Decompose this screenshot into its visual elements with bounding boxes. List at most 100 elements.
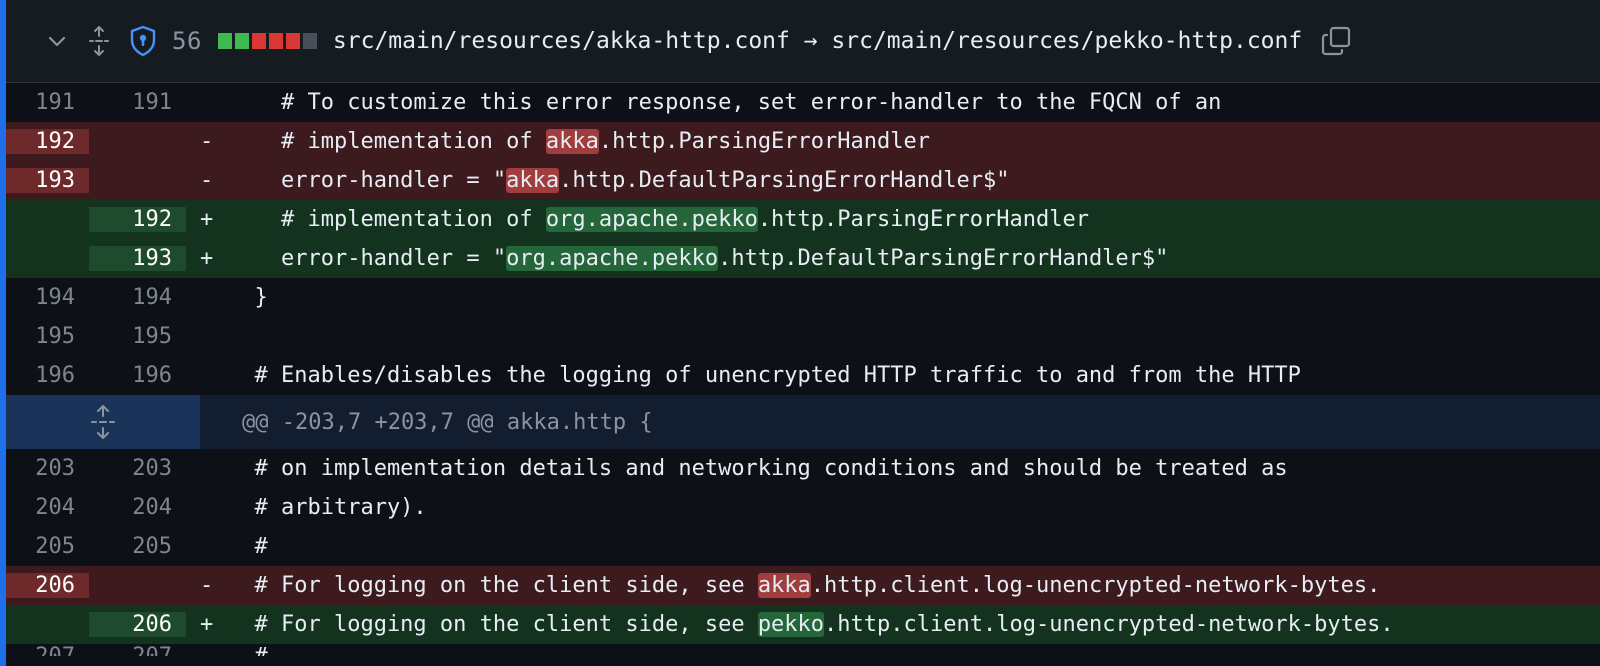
old-line-number[interactable]: 192	[6, 129, 89, 154]
expand-all-icon[interactable]	[86, 24, 112, 58]
context-line: 195 195	[6, 317, 1600, 356]
code-text: # To customize this error response, set …	[228, 90, 1600, 115]
old-line-number[interactable]: 206	[6, 573, 89, 598]
context-line: 203 203 # on implementation details and n…	[6, 449, 1600, 488]
change-count: 56	[172, 27, 202, 55]
new-line-number[interactable]: 196	[89, 363, 186, 388]
code-segment: # For logging on the client side, see	[228, 573, 758, 598]
added-line: 192 + # implementation of org.apache.pekk…	[6, 200, 1600, 239]
expand-icon[interactable]	[6, 395, 200, 449]
code-segment: # To customize this error response, set …	[228, 90, 1222, 115]
chevron-down-icon[interactable]	[44, 28, 70, 54]
context-line: 196 196 # Enables/disables the logging of…	[6, 356, 1600, 395]
added-line: 193 + error-handler = "org.apache.pekko.h…	[6, 239, 1600, 278]
new-line-number[interactable]: 194	[89, 285, 186, 310]
context-line: 194 194 }	[6, 278, 1600, 317]
old-line-number[interactable]: 193	[6, 168, 89, 193]
diff-marker: -	[200, 573, 214, 598]
code-segment: .http.DefaultParsingErrorHandler$"	[718, 246, 1169, 271]
diffstat-block	[285, 33, 300, 49]
code-segment: #	[228, 644, 267, 656]
new-line-number[interactable]: 203	[89, 456, 186, 481]
code-text: # For logging on the client side, see pe…	[228, 612, 1600, 637]
new-line-number[interactable]: 205	[89, 534, 186, 559]
code-text: # For logging on the client side, see ak…	[228, 573, 1600, 598]
changed-word-highlight: akka	[506, 168, 560, 193]
code-text: # implementation of akka.http.ParsingErr…	[228, 129, 1600, 154]
code-segment: .http.ParsingErrorHandler	[598, 129, 931, 154]
hunk-header: @@ -203,7 +203,7 @@ akka.http {	[6, 395, 1600, 449]
diffstat-block	[302, 33, 317, 49]
diffstat-block	[268, 33, 283, 49]
code-segment: .http.client.log-unencrypted-network-byt…	[824, 612, 1394, 637]
code-text: #	[228, 644, 1600, 656]
file-path[interactable]: src/main/resources/akka-http.conf → src/…	[333, 28, 1302, 54]
diffstat-block	[217, 33, 232, 49]
diff-marker: +	[200, 612, 214, 637]
code-segment: # implementation of	[228, 129, 546, 154]
old-line-number[interactable]: 204	[6, 495, 89, 520]
old-line-number[interactable]: 205	[6, 534, 89, 559]
diff-lines: 191 191 # To customize this error respons…	[6, 83, 1600, 395]
context-line: 207207 #	[6, 644, 1600, 656]
file-header: 56 src/main/resources/akka-http.conf → s…	[6, 0, 1600, 83]
code-segment: # arbitrary).	[228, 495, 427, 520]
changed-word-highlight: org.apache.pekko	[545, 207, 758, 232]
code-segment: }	[228, 285, 268, 310]
diffstat	[217, 33, 317, 49]
new-line-number[interactable]: 192	[89, 207, 186, 232]
changed-word-highlight: org.apache.pekko	[506, 246, 719, 271]
code-segment: # Enables/disables the logging of unencr…	[228, 363, 1301, 388]
new-line-number[interactable]: 191	[89, 90, 186, 115]
diff-marker: +	[200, 246, 214, 271]
diff-marker: -	[200, 168, 214, 193]
diff-marker: +	[200, 207, 214, 232]
new-line-number[interactable]: 193	[89, 246, 186, 271]
code-segment: .http.ParsingErrorHandler	[757, 207, 1089, 232]
context-line: 205 205 #	[6, 527, 1600, 566]
new-line-number[interactable]: 207	[89, 644, 186, 656]
code-segment: error-handler = "	[228, 168, 507, 193]
code-segment: # on implementation details and networki…	[228, 456, 1288, 481]
shield-icon[interactable]	[128, 24, 158, 58]
code-segment: .http.client.log-unencrypted-network-byt…	[810, 573, 1381, 598]
old-line-number[interactable]: 196	[6, 363, 89, 388]
new-line-number[interactable]: 204	[89, 495, 186, 520]
old-line-number[interactable]: 194	[6, 285, 89, 310]
copy-icon[interactable]	[1320, 25, 1352, 57]
diff-file: 56 src/main/resources/akka-http.conf → s…	[0, 0, 1600, 666]
changed-word-highlight: akka	[757, 573, 811, 598]
code-text: error-handler = "akka.http.DefaultParsin…	[228, 168, 1600, 193]
code-text: # Enables/disables the logging of unencr…	[228, 363, 1600, 388]
code-text: # implementation of org.apache.pekko.htt…	[228, 207, 1600, 232]
diffstat-block	[234, 33, 249, 49]
context-line: 204 204 # arbitrary).	[6, 488, 1600, 527]
code-text: # on implementation details and networki…	[228, 456, 1600, 481]
changed-word-highlight: pekko	[757, 612, 825, 637]
new-line-number[interactable]: 195	[89, 324, 186, 349]
deleted-line: 193 - error-handler = "akka.http.DefaultP…	[6, 161, 1600, 200]
context-line: 191 191 # To customize this error respons…	[6, 83, 1600, 122]
diff-marker: -	[200, 129, 214, 154]
deleted-line: 192 - # implementation of akka.http.Parsi…	[6, 122, 1600, 161]
changed-word-highlight: akka	[545, 129, 599, 154]
code-segment: # implementation of	[228, 207, 546, 232]
hunk-text: @@ -203,7 +203,7 @@ akka.http {	[242, 409, 653, 435]
diffstat-block	[251, 33, 266, 49]
code-text: # arbitrary).	[228, 495, 1600, 520]
code-segment: .http.DefaultParsingErrorHandler$"	[559, 168, 1010, 193]
added-line: 206 + # For logging on the client side, s…	[6, 605, 1600, 644]
code-text: }	[228, 285, 1600, 310]
code-text: #	[228, 534, 1600, 559]
code-segment: #	[228, 534, 268, 559]
code-text: error-handler = "org.apache.pekko.http.D…	[228, 246, 1600, 271]
old-line-number[interactable]: 207	[6, 644, 89, 656]
old-line-number[interactable]: 203	[6, 456, 89, 481]
new-line-number[interactable]: 206	[89, 612, 186, 637]
old-line-number[interactable]: 191	[6, 90, 89, 115]
code-segment: # For logging on the client side, see	[228, 612, 758, 637]
diff-lines: 203 203 # on implementation details and n…	[6, 449, 1600, 656]
code-segment: error-handler = "	[228, 246, 507, 271]
old-line-number[interactable]: 195	[6, 324, 89, 349]
deleted-line: 206 - # For logging on the client side, s…	[6, 566, 1600, 605]
